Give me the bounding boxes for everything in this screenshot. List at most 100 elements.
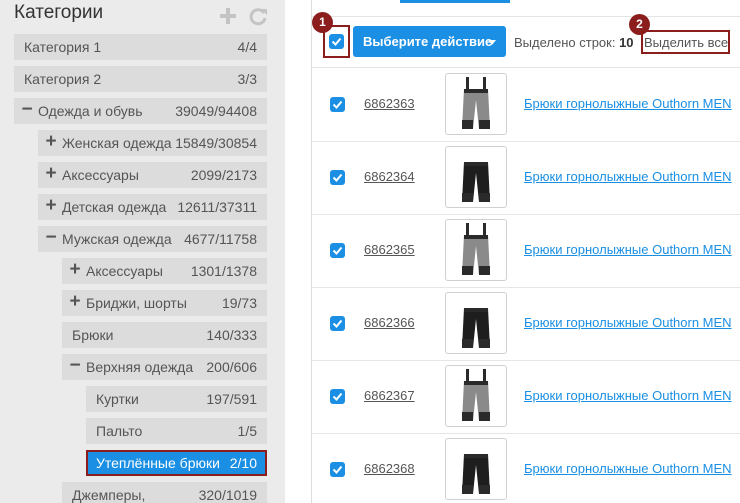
category-item[interactable]: Категория 2 3/3 bbox=[14, 66, 267, 92]
collapse-icon[interactable]: − bbox=[20, 100, 34, 120]
refresh-icon[interactable] bbox=[248, 6, 268, 26]
category-label: Джемперы, bbox=[72, 487, 146, 503]
category-count: 12611/37311 bbox=[177, 199, 257, 215]
product-name-link[interactable]: Брюки горнолыжные Outhorn MEN bbox=[524, 169, 732, 184]
category-item[interactable]: + Бриджи, шорты 19/73 bbox=[62, 290, 267, 316]
category-count: 39049/94408 bbox=[175, 103, 257, 119]
category-item[interactable]: + Аксессуары 1301/1378 bbox=[62, 258, 267, 284]
category-label: Женская одежда bbox=[62, 135, 172, 151]
collapse-icon[interactable]: − bbox=[68, 356, 82, 376]
expand-icon[interactable]: + bbox=[44, 132, 58, 152]
product-thumbnail[interactable] bbox=[445, 292, 507, 354]
category-label: Брюки bbox=[72, 327, 114, 343]
category-item[interactable]: − Одежда и обувь 39049/94408 bbox=[14, 98, 267, 124]
selected-rows-text: Выделено строк: 10 bbox=[514, 35, 634, 50]
product-name-link[interactable]: Брюки горнолыжные Outhorn MEN bbox=[524, 388, 732, 403]
category-label: Одежда и обувь bbox=[38, 103, 143, 119]
category-item[interactable]: + Детская одежда 12611/37311 bbox=[38, 194, 267, 220]
product-name-link[interactable]: Брюки горнолыжные Outhorn MEN bbox=[524, 96, 732, 111]
product-id-link[interactable]: 6862366 bbox=[364, 315, 415, 330]
product-name-link[interactable]: Брюки горнолыжные Outhorn MEN bbox=[524, 242, 732, 257]
product-id-link[interactable]: 6862365 bbox=[364, 242, 415, 257]
category-item[interactable]: Джемперы, 320/1019 bbox=[62, 482, 267, 503]
category-item[interactable]: Категория 1 4/4 bbox=[14, 34, 267, 60]
product-thumbnail[interactable] bbox=[445, 365, 507, 427]
category-item[interactable]: Пальто 1/5 bbox=[86, 418, 267, 444]
category-item[interactable]: + Женская одежда 15849/30854 bbox=[38, 130, 267, 156]
product-thumbnail[interactable] bbox=[445, 438, 507, 500]
category-label: Категория 1 bbox=[24, 39, 102, 55]
category-label: Куртки bbox=[96, 391, 139, 407]
category-item[interactable]: + Аксессуары 2099/2173 bbox=[38, 162, 267, 188]
table-row[interactable]: 6862364 Брюки горнолыжные Outhorn MEN bbox=[312, 142, 740, 215]
table-row[interactable]: 6862368 Брюки горнолыжные Outhorn MEN bbox=[312, 434, 740, 503]
category-count: 1/5 bbox=[237, 423, 257, 439]
select-all-link[interactable]: Выделить все bbox=[641, 30, 730, 54]
category-count: 15849/30854 bbox=[175, 135, 257, 151]
row-checkbox[interactable] bbox=[330, 316, 345, 331]
row-checkbox[interactable] bbox=[330, 462, 345, 477]
select-all-rows-checkbox[interactable] bbox=[329, 34, 344, 49]
product-name-link[interactable]: Брюки горнолыжные Outhorn MEN bbox=[524, 461, 732, 476]
category-count: 2099/2173 bbox=[190, 167, 257, 183]
active-tab-indicator bbox=[400, 0, 510, 3]
category-count: 320/1019 bbox=[198, 487, 257, 503]
selected-rows-count: 10 bbox=[619, 35, 634, 50]
category-item-selected[interactable]: Утеплённые брюки 2/10 bbox=[86, 450, 267, 476]
category-label: Аксессуары bbox=[86, 263, 163, 279]
plus-icon[interactable] bbox=[218, 6, 238, 26]
row-checkbox[interactable] bbox=[330, 243, 345, 258]
table-row[interactable]: 6862367 Брюки горнолыжные Outhorn MEN bbox=[312, 361, 740, 434]
table-row[interactable]: 6862365 Брюки горнолыжные Outhorn MEN bbox=[312, 215, 740, 288]
selected-rows-label: Выделено строк: bbox=[514, 35, 616, 50]
table-row[interactable]: 6862366 Брюки горнолыжные Outhorn MEN bbox=[312, 288, 740, 361]
category-count: 4/4 bbox=[237, 39, 257, 55]
row-checkbox[interactable] bbox=[330, 170, 345, 185]
category-label: Бриджи, шорты bbox=[86, 295, 187, 311]
category-count: 200/606 bbox=[206, 359, 257, 375]
product-id-link[interactable]: 6862364 bbox=[364, 169, 415, 184]
category-count: 19/73 bbox=[221, 295, 257, 311]
category-item[interactable]: − Мужская одежда 4677/11758 bbox=[38, 226, 267, 252]
category-count: 197/591 bbox=[206, 391, 257, 407]
category-label: Мужская одежда bbox=[62, 231, 172, 247]
category-count: 1301/1378 bbox=[190, 263, 257, 279]
product-thumbnail[interactable] bbox=[445, 73, 507, 135]
category-label: Аксессуары bbox=[62, 167, 139, 183]
category-label: Утеплённые брюки bbox=[96, 455, 220, 471]
collapse-icon[interactable]: − bbox=[44, 228, 58, 248]
category-count: 3/3 bbox=[237, 71, 257, 87]
expand-icon[interactable]: + bbox=[44, 164, 58, 184]
category-item[interactable]: Куртки 197/591 bbox=[86, 386, 267, 412]
category-item[interactable]: Брюки 140/333 bbox=[62, 322, 267, 348]
product-id-link[interactable]: 6862363 bbox=[364, 96, 415, 111]
category-label: Детская одежда bbox=[62, 199, 167, 215]
choose-action-button[interactable]: Выберите действие bbox=[353, 26, 506, 57]
category-count: 140/333 bbox=[206, 327, 257, 343]
products-panel: 1 Выберите действие Выделено строк: 10 В… bbox=[311, 0, 740, 503]
product-thumbnail[interactable] bbox=[445, 146, 507, 208]
categories-panel: Категории Категория 1 4/4 Категория 2 3/3− О… bbox=[0, 0, 285, 503]
row-checkbox[interactable] bbox=[330, 389, 345, 404]
expand-icon[interactable]: + bbox=[68, 292, 82, 312]
choose-action-label: Выберите действие bbox=[363, 34, 493, 49]
product-id-link[interactable]: 6862367 bbox=[364, 388, 415, 403]
category-count: 4677/11758 bbox=[184, 231, 257, 247]
product-thumbnail[interactable] bbox=[445, 219, 507, 281]
table-row[interactable]: 6862363 Брюки горнолыжные Outhorn MEN bbox=[312, 69, 740, 142]
chevron-down-icon bbox=[488, 40, 496, 45]
expand-icon[interactable]: + bbox=[68, 260, 82, 280]
callout-badge-1: 1 bbox=[312, 12, 333, 33]
product-name-link[interactable]: Брюки горнолыжные Outhorn MEN bbox=[524, 315, 732, 330]
product-id-link[interactable]: 6862368 bbox=[364, 461, 415, 476]
row-checkbox[interactable] bbox=[330, 97, 345, 112]
expand-icon[interactable]: + bbox=[44, 196, 58, 216]
callout-badge-2: 2 bbox=[629, 14, 650, 35]
category-label: Верхняя одежда bbox=[86, 359, 194, 375]
select-all-label: Выделить все bbox=[644, 35, 729, 50]
category-label: Пальто bbox=[96, 423, 143, 439]
category-count: 2/10 bbox=[229, 455, 257, 471]
categories-title: Категории bbox=[14, 2, 104, 23]
category-item[interactable]: − Верхняя одежда 200/606 bbox=[62, 354, 267, 380]
category-label: Категория 2 bbox=[24, 71, 102, 87]
